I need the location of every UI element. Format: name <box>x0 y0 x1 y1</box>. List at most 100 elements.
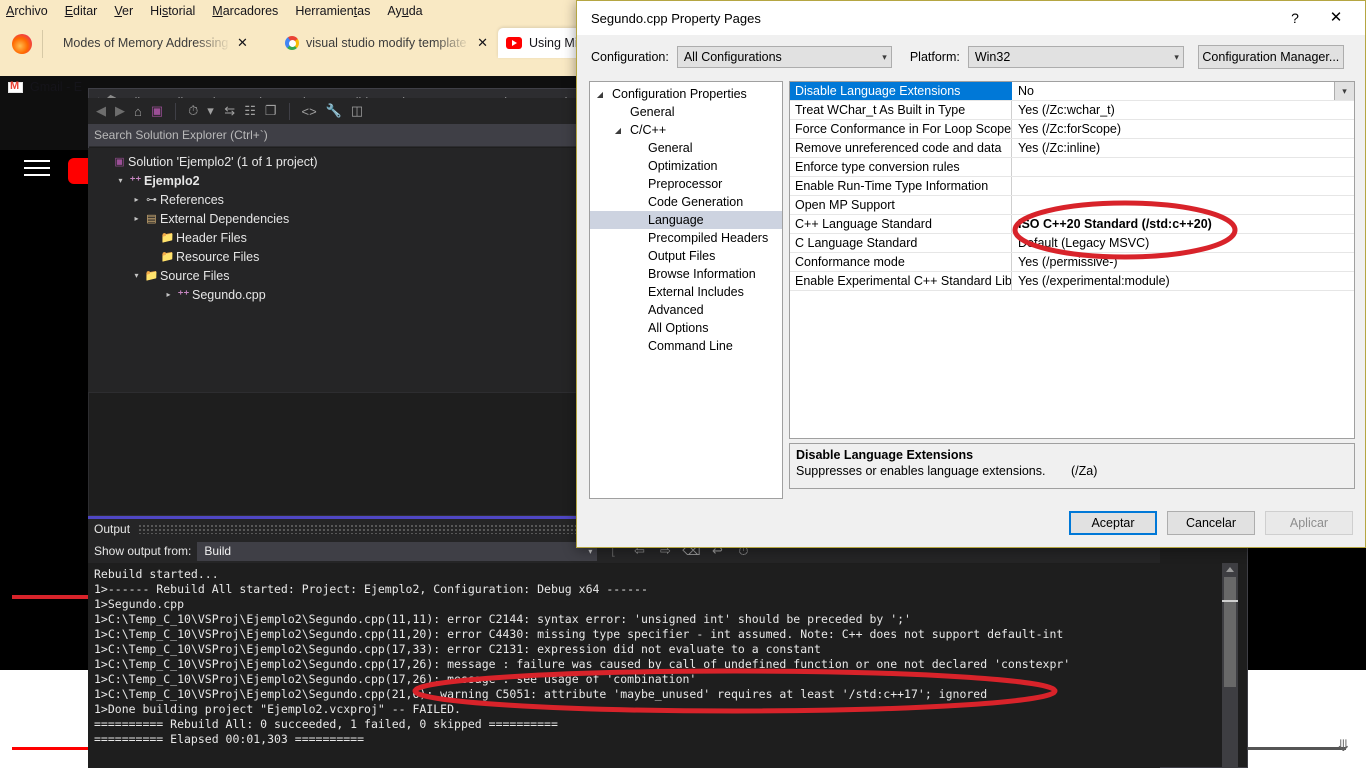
property-grid-row[interactable]: Enable Experimental C++ Standard Libra Ye… <box>790 272 1354 291</box>
output-pane-text: Rebuild started... 1>------ Rebuild All … <box>88 563 1160 768</box>
property-category-item[interactable]: ◢ Configuration Properties <box>590 85 782 103</box>
property-grid-row[interactable]: Force Conformance in For Loop Scope Yes (… <box>790 120 1354 139</box>
property-value-cell[interactable]: Yes (/Zc:forScope) <box>1012 120 1354 138</box>
forward-icon[interactable]: ▶ <box>115 103 125 119</box>
twisty-icon[interactable]: ▸ <box>130 195 143 204</box>
property-value-cell[interactable]: Default (Legacy MSVC) <box>1012 234 1354 252</box>
property-pages-dialog: Segundo.cpp Property Pages ? ✕ Configura… <box>576 0 1366 548</box>
menu-marcadores[interactable]: Marcadores <box>212 4 278 18</box>
close-tab-1-icon[interactable]: ✕ <box>477 35 488 51</box>
property-description-pane: Disable Language Extensions Suppresses o… <box>789 443 1355 489</box>
property-value-cell[interactable]: Yes (/permissive-) <box>1012 253 1354 271</box>
property-name: Open MP Support <box>790 196 1012 214</box>
sync-with-active-document-icon[interactable]: ⇆ <box>224 103 235 119</box>
platform-combo[interactable]: Win32 ▾ <box>967 46 1184 68</box>
property-category-item[interactable]: Optimization <box>590 157 782 175</box>
solution-tree-item-label: Ejemplo2 <box>144 173 200 188</box>
property-category-item[interactable]: External Includes <box>590 283 782 301</box>
property-category-item[interactable]: Browse Information <box>590 265 782 283</box>
twisty-icon[interactable]: ▸ <box>130 214 143 223</box>
property-category-item[interactable]: Advanced <box>590 301 782 319</box>
solution-view-icon[interactable]: ▣ <box>151 103 163 119</box>
property-category-item[interactable]: Preprocessor <box>590 175 782 193</box>
property-grid[interactable]: Disable Language Extensions No ▾ Treat WCha… <box>789 81 1355 439</box>
cancel-button-label: Cancelar <box>1185 516 1237 530</box>
solution-icon: ▣ <box>114 156 125 168</box>
browser-tab-0-label: Modes of Memory Addressing on x8 <box>63 36 231 50</box>
collapse-all-icon[interactable]: ☷ <box>244 103 256 119</box>
browser-tab-0[interactable]: Modes of Memory Addressing on x8 ✕ <box>55 28 270 58</box>
view-code-icon[interactable]: <> <box>302 104 317 119</box>
twisty-icon[interactable]: ◢ <box>594 90 606 99</box>
description-title: Disable Language Extensions <box>796 448 974 462</box>
property-value-cell[interactable]: Yes (/Zc:wchar_t) <box>1012 101 1354 119</box>
ok-button[interactable]: Aceptar <box>1069 511 1157 535</box>
twisty-icon[interactable]: ▾ <box>114 176 127 185</box>
property-grid-row[interactable]: Enforce type conversion rules <box>790 158 1354 177</box>
property-category-item[interactable]: All Options <box>590 319 782 337</box>
property-category-item[interactable]: Output Files <box>590 247 782 265</box>
menu-ayuda[interactable]: Ayuda <box>387 4 422 18</box>
property-category-item[interactable]: ◢ C/C++ <box>590 121 782 139</box>
close-tab-0-icon[interactable]: ✕ <box>237 35 248 51</box>
property-grid-row[interactable]: Open MP Support <box>790 196 1354 215</box>
property-value-cell[interactable] <box>1012 158 1354 176</box>
output-vertical-scrollbar[interactable] <box>1222 563 1238 768</box>
property-grid-row[interactable]: Remove unreferenced code and data Yes (/Z… <box>790 139 1354 158</box>
menu-editar[interactable]: Editar <box>65 4 98 18</box>
show-all-files-icon[interactable]: ❐ <box>265 103 277 119</box>
hamburger-menu-icon[interactable] <box>24 160 50 180</box>
property-category-item[interactable]: Command Line <box>590 337 782 355</box>
property-category-item[interactable]: General <box>590 103 782 121</box>
property-category-item[interactable]: Precompiled Headers <box>590 229 782 247</box>
property-grid-row[interactable]: Treat WChar_t As Built in Type Yes (/Zc:w… <box>790 101 1354 120</box>
property-category-tree[interactable]: ◢ Configuration Properties General ◢ C/C++ Ge… <box>589 81 783 499</box>
close-icon[interactable]: ✕ <box>1321 7 1351 29</box>
twisty-icon[interactable]: ▸ <box>162 290 175 299</box>
scrollbar-thumb[interactable] <box>1224 577 1236 687</box>
property-category-item[interactable]: Language <box>590 211 782 229</box>
property-value: Yes (/Zc:forScope) <box>1018 121 1122 136</box>
menu-historial[interactable]: Historial <box>150 4 195 18</box>
back-icon[interactable]: ◀ <box>96 103 106 119</box>
menu-herramientas[interactable]: Herramientas <box>295 4 370 18</box>
property-value-cell[interactable] <box>1012 196 1354 214</box>
property-grid-row[interactable]: C Language Standard Default (Legacy MSVC) <box>790 234 1354 253</box>
browser-tab-1[interactable]: visual studio modify template - ✕ <box>277 28 492 58</box>
property-category-item[interactable]: Code Generation <box>590 193 782 211</box>
twisty-icon[interactable]: ◢ <box>612 126 624 135</box>
home-icon[interactable]: ⌂ <box>134 104 142 119</box>
configuration-combo[interactable]: All Configurations ▾ <box>676 46 892 68</box>
cancel-button[interactable]: Cancelar <box>1167 511 1255 535</box>
menu-ver[interactable]: Ver <box>114 4 133 18</box>
scroll-up-arrow-icon[interactable] <box>1226 567 1234 572</box>
twisty-icon[interactable]: ▾ <box>130 271 143 280</box>
property-value-cell[interactable]: No ▾ <box>1012 82 1354 100</box>
property-value-cell[interactable]: Yes (/Zc:inline) <box>1012 139 1354 157</box>
bookmark-gmail[interactable]: Gmail - E <box>8 80 82 94</box>
property-category-item[interactable]: General <box>590 139 782 157</box>
preview-selected-items-icon[interactable]: ◫ <box>351 103 363 119</box>
description-switch: (/Za) <box>1070 464 1098 478</box>
platform-label: Platform: <box>909 50 960 64</box>
chevron-down-icon[interactable]: ▾ <box>207 103 215 119</box>
property-grid-row[interactable]: C++ Language Standard ISO C++20 Standard … <box>790 215 1354 234</box>
search-placeholder: Search Solution Explorer (Ctrl+`) <box>94 128 268 142</box>
property-value-dropdown-icon[interactable]: ▾ <box>1334 82 1354 100</box>
configuration-label: Configuration: <box>591 50 669 64</box>
solution-tree-item-label: Resource Files <box>176 249 260 264</box>
property-grid-row[interactable]: Enable Run-Time Type Information <box>790 177 1354 196</box>
output-source-combo[interactable]: Build ▾ <box>197 541 598 561</box>
property-value-cell[interactable] <box>1012 177 1354 195</box>
property-value-cell[interactable]: ISO C++20 Standard (/std:c++20) <box>1012 215 1354 233</box>
pending-changes-icon[interactable]: ⏱ <box>188 103 198 119</box>
chevron-down-icon[interactable]: ⤋ <box>1337 736 1350 756</box>
menu-archivo[interactable]: Archivo <box>6 4 48 18</box>
configuration-manager-button[interactable]: Configuration Manager... <box>1197 45 1344 69</box>
properties-wrench-icon[interactable]: 🔧 <box>326 103 342 119</box>
property-value-cell[interactable]: Yes (/experimental:module) <box>1012 272 1354 290</box>
property-grid-row[interactable]: Conformance mode Yes (/permissive-) <box>790 253 1354 272</box>
property-grid-row[interactable]: Disable Language Extensions No ▾ <box>790 82 1354 101</box>
property-category-label: Browse Information <box>648 267 756 281</box>
help-icon[interactable]: ? <box>1281 7 1309 29</box>
